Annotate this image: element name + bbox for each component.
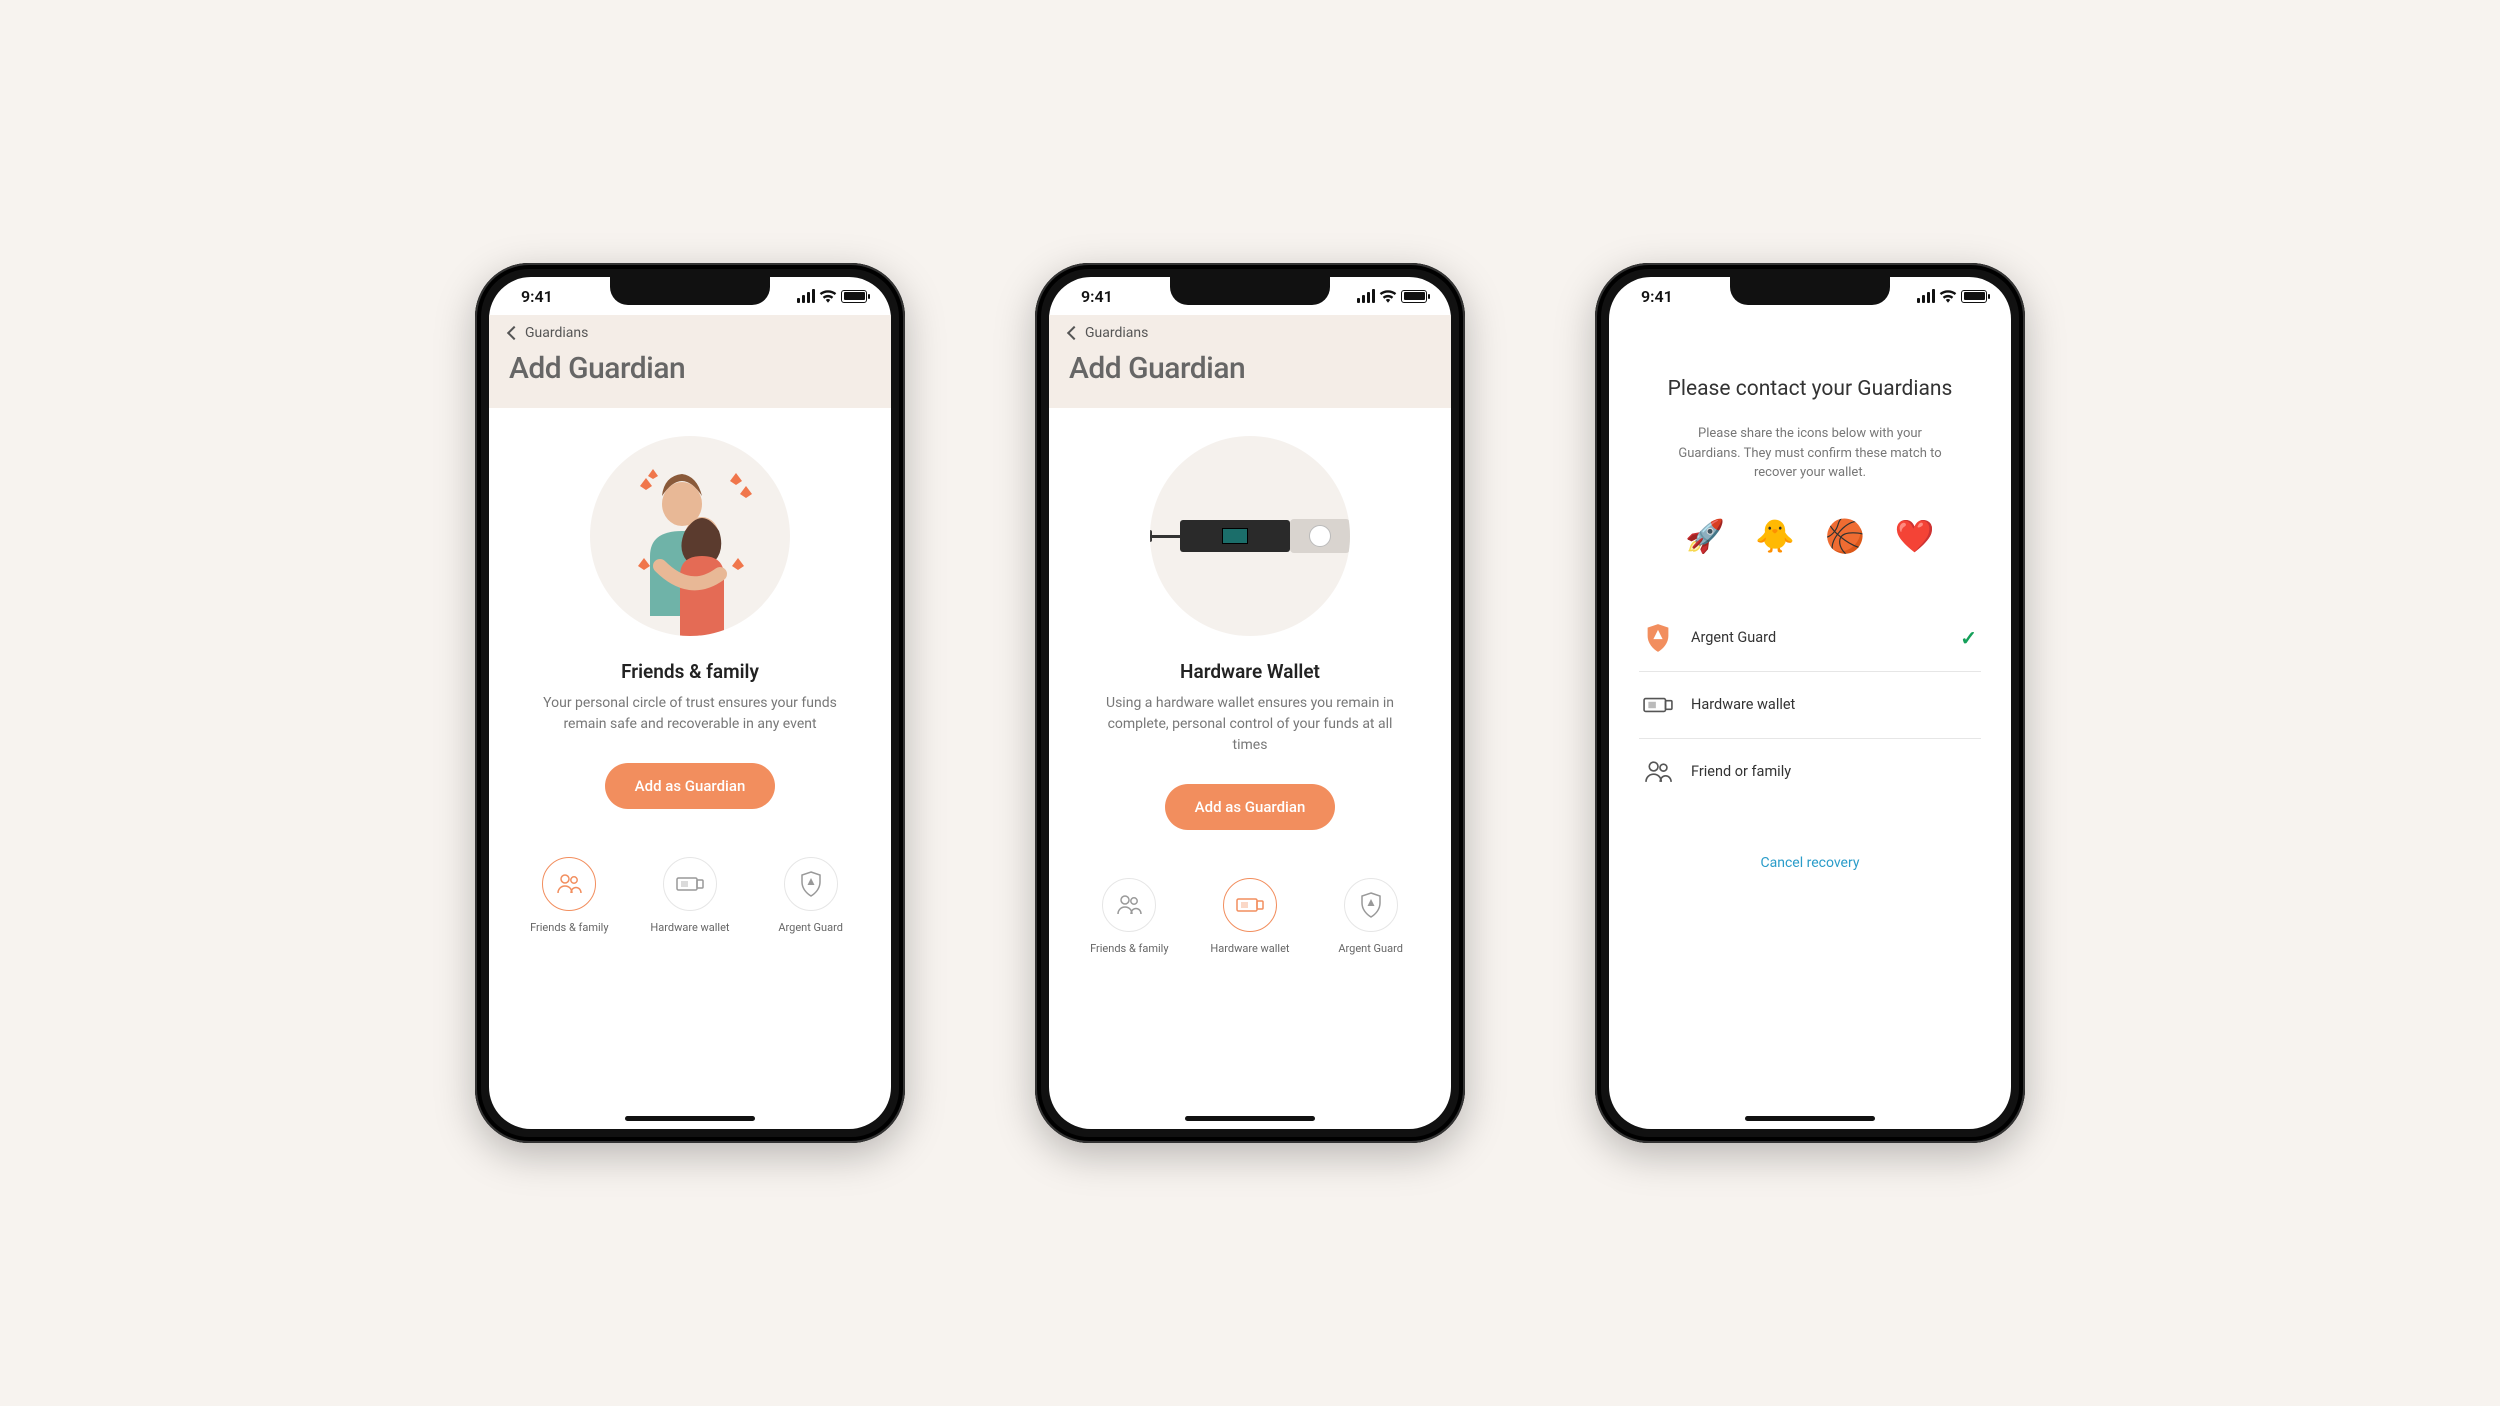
tab-label: Friends & family xyxy=(1090,942,1168,956)
shield-icon xyxy=(800,871,822,897)
status-time: 9:41 xyxy=(1641,287,1673,306)
tab-label: Friends & family xyxy=(530,921,608,935)
guardians-list: Argent Guard ✓ Hardware wallet Friend or… xyxy=(1639,605,1981,805)
tab-label: Hardware wallet xyxy=(1210,942,1289,956)
emoji-basketball: 🏀 xyxy=(1825,517,1865,555)
wifi-icon xyxy=(819,289,837,303)
screen: 9:41 Please contact your Guardians Pleas… xyxy=(1609,277,2011,1129)
hardware-wallet-icon xyxy=(676,875,704,893)
notch xyxy=(610,277,770,305)
check-icon: ✓ xyxy=(1960,626,1977,650)
status-icons xyxy=(797,289,867,303)
tab-label: Hardware wallet xyxy=(650,921,729,935)
people-icon xyxy=(556,873,582,895)
friends-family-illustration xyxy=(590,436,790,636)
emoji-heart: ❤️ xyxy=(1895,517,1935,555)
status-icons xyxy=(1357,289,1427,303)
guardian-label: Argent Guard xyxy=(1691,629,1942,646)
chevron-left-icon xyxy=(507,326,521,340)
home-indicator[interactable] xyxy=(625,1116,755,1121)
battery-icon xyxy=(1401,290,1427,303)
guardian-type-tabs: Friends & family Hardware wallet Argent … xyxy=(489,833,891,945)
status-time: 9:41 xyxy=(521,287,553,306)
confirmation-emojis: 🚀 🐥 🏀 ❤️ xyxy=(1685,517,1934,555)
hero-illustration xyxy=(1150,436,1350,636)
recovery-content: Please contact your Guardians Please sha… xyxy=(1609,315,2011,891)
page-header: Guardians Add Guardian xyxy=(1049,315,1451,408)
back-button[interactable]: Guardians xyxy=(509,325,871,341)
signal-icon xyxy=(1357,289,1375,303)
recovery-title: Please contact your Guardians xyxy=(1668,375,1953,404)
home-indicator[interactable] xyxy=(1745,1116,1875,1121)
tab-friends-family[interactable]: Friends & family xyxy=(1084,878,1174,956)
chevron-left-icon xyxy=(1067,326,1081,340)
tab-argent-guard[interactable]: Argent Guard xyxy=(1326,878,1416,956)
guardian-type-tabs: Friends & family Hardware wallet Argent … xyxy=(1049,854,1451,966)
guardian-row-hardware[interactable]: Hardware wallet xyxy=(1639,671,1981,738)
guardian-label: Hardware wallet xyxy=(1691,696,1977,713)
wifi-icon xyxy=(1939,289,1957,303)
screen: 9:41 Guardians Add Guardian H xyxy=(1049,277,1451,1129)
tab-label: Argent Guard xyxy=(1338,942,1403,956)
status-icons xyxy=(1917,289,1987,303)
hero-description: Using a hardware wallet ensures you rema… xyxy=(1100,693,1400,756)
guardian-row-argent[interactable]: Argent Guard ✓ xyxy=(1639,605,1981,671)
battery-icon xyxy=(841,290,867,303)
emoji-chick: 🐥 xyxy=(1755,517,1795,555)
battery-icon xyxy=(1961,290,1987,303)
status-time: 9:41 xyxy=(1081,287,1113,306)
page-header: Guardians Add Guardian xyxy=(489,315,891,408)
tab-argent-guard[interactable]: Argent Guard xyxy=(766,857,856,935)
breadcrumb-label: Guardians xyxy=(525,325,588,341)
signal-icon xyxy=(1917,289,1935,303)
breadcrumb-label: Guardians xyxy=(1085,325,1148,341)
guardian-label: Friend or family xyxy=(1691,763,1977,780)
hardware-wallet-illustration xyxy=(1150,516,1350,556)
hardware-wallet-icon xyxy=(1643,690,1673,720)
hardware-wallet-icon xyxy=(1236,896,1264,914)
tab-label: Argent Guard xyxy=(778,921,843,935)
notch xyxy=(1730,277,1890,305)
recovery-description: Please share the icons below with your G… xyxy=(1670,424,1950,483)
hero-illustration xyxy=(590,436,790,636)
hero-title: Friends & family xyxy=(621,660,759,683)
signal-icon xyxy=(797,289,815,303)
emoji-rocket: 🚀 xyxy=(1685,517,1725,555)
shield-icon xyxy=(1643,623,1673,653)
tab-friends-family[interactable]: Friends & family xyxy=(524,857,614,935)
hero-section: Friends & family Your personal circle of… xyxy=(489,408,891,833)
phone-mockup-3: 9:41 Please contact your Guardians Pleas… xyxy=(1595,263,2025,1143)
people-icon xyxy=(1116,894,1142,916)
add-guardian-button[interactable]: Add as Guardian xyxy=(605,763,776,809)
hero-description: Your personal circle of trust ensures yo… xyxy=(540,693,840,735)
page-title: Add Guardian xyxy=(509,351,871,386)
people-icon xyxy=(1643,757,1673,787)
phone-mockup-1: 9:41 Guardians Add Guardian xyxy=(475,263,905,1143)
tab-hardware-wallet[interactable]: Hardware wallet xyxy=(645,857,735,935)
notch xyxy=(1170,277,1330,305)
tab-hardware-wallet[interactable]: Hardware wallet xyxy=(1205,878,1295,956)
back-button[interactable]: Guardians xyxy=(1069,325,1431,341)
wifi-icon xyxy=(1379,289,1397,303)
add-guardian-button[interactable]: Add as Guardian xyxy=(1165,784,1336,830)
page-title: Add Guardian xyxy=(1069,351,1431,386)
hero-section: Hardware Wallet Using a hardware wallet … xyxy=(1049,408,1451,854)
screen: 9:41 Guardians Add Guardian xyxy=(489,277,891,1129)
phone-mockup-2: 9:41 Guardians Add Guardian H xyxy=(1035,263,1465,1143)
hero-title: Hardware Wallet xyxy=(1180,660,1320,683)
home-indicator[interactable] xyxy=(1185,1116,1315,1121)
guardian-row-friend[interactable]: Friend or family xyxy=(1639,738,1981,805)
shield-icon xyxy=(1360,892,1382,918)
cancel-recovery-link[interactable]: Cancel recovery xyxy=(1761,855,1860,871)
